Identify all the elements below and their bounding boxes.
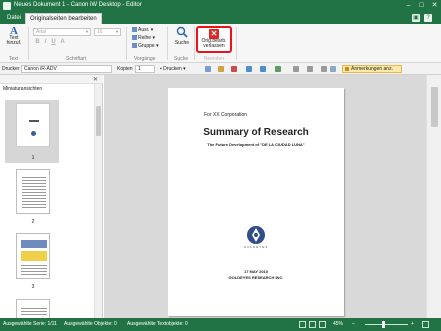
folder-icon[interactable] xyxy=(218,66,224,72)
help-icon[interactable]: ? xyxy=(424,14,432,22)
group-separator xyxy=(167,27,168,60)
export-icon[interactable]: ▣ xyxy=(412,14,420,22)
undo-icon[interactable] xyxy=(246,66,252,72)
document-view: For XX Corporation Summary of Research T… xyxy=(104,75,426,318)
fit-page-icon[interactable] xyxy=(319,321,326,328)
document-date: 17 MAY 2010 xyxy=(243,269,269,274)
thumbnail-pane: ✕ Miniaturansichten 1 2 3 xyxy=(0,75,103,319)
tab-file[interactable]: Datei xyxy=(3,13,25,24)
font-size-select[interactable]: 10 ▼ xyxy=(94,28,121,36)
zoom-slider-knob[interactable] xyxy=(382,321,385,328)
bold-button[interactable]: B xyxy=(34,39,41,45)
underline-button[interactable]: U xyxy=(50,39,57,45)
thumbnail-scrollbar[interactable] xyxy=(94,84,102,318)
search-button[interactable]: Suche xyxy=(171,26,193,46)
fit-width-icon[interactable] xyxy=(309,321,316,328)
fit-window-icon[interactable] xyxy=(422,321,429,328)
printer-label: Drucker xyxy=(2,66,20,72)
group-separator xyxy=(236,27,237,60)
thumbnail-number: 1 xyxy=(31,155,35,161)
chevron-down-icon: ▼ xyxy=(85,29,89,34)
cut-icon[interactable] xyxy=(293,66,299,72)
thumbnail-page-1[interactable] xyxy=(16,103,50,147)
rotate-icon[interactable] xyxy=(275,66,281,72)
thumbnail-page-3[interactable] xyxy=(16,233,50,279)
close-icon[interactable]: ✕ xyxy=(93,76,98,83)
document-scrollbar[interactable] xyxy=(426,75,441,318)
group-button[interactable]: Gruppe ▾ xyxy=(132,43,159,49)
status-bar: Ausgewählte Serie: 1/11 Ausgewählte Obje… xyxy=(0,318,441,331)
ribbon: A Text hinzuf. Text Arial ▼ 10 ▼ B I U A Sc… xyxy=(0,24,441,63)
tab-edit-original-pages[interactable]: Originalseiten bearbeiten xyxy=(25,13,102,24)
add-text-button[interactable]: A Text hinzuf. xyxy=(6,26,22,46)
order-button[interactable]: Reihe ▾ xyxy=(132,35,155,41)
group-separator xyxy=(194,27,195,60)
window-title: Neues Dokument 1 - Canon iW Desktop - Ed… xyxy=(14,2,142,8)
selected-series-status: Ausgewählte Serie: 1/11 xyxy=(3,321,57,327)
print-toolbar: Drucker Canon iR-ADV Kopien 1 ▪ Drucken … xyxy=(0,63,441,75)
search-label: Suche xyxy=(174,40,190,46)
app-icon xyxy=(3,2,11,10)
selected-objects-status: Ausgewählte Objekte: 0 xyxy=(64,321,117,327)
align-icon xyxy=(132,27,137,33)
font-color-button[interactable]: A xyxy=(59,39,66,45)
thumbnail-page-2[interactable] xyxy=(16,169,50,214)
show-annotations-button[interactable]: Anmerkungen anz. xyxy=(342,65,402,73)
minimize-button[interactable]: – xyxy=(402,0,415,12)
page-icon[interactable] xyxy=(205,66,211,72)
maximize-button[interactable]: □ xyxy=(415,0,428,12)
zoom-in-icon[interactable]: + xyxy=(411,321,414,327)
thumbnail-pane-header: ✕ xyxy=(0,75,103,84)
font-size-value: 10 xyxy=(97,29,103,35)
selected-textobjects-status: Ausgewählte Textobjekte: 0 xyxy=(127,321,188,327)
add-text-label: Text hinzuf. xyxy=(6,35,22,46)
title-bar: Neues Dokument 1 - Canon iW Desktop - Ed… xyxy=(0,0,441,12)
paste-icon[interactable] xyxy=(321,66,327,72)
thumbnail-page-4[interactable] xyxy=(16,299,50,319)
group-separator xyxy=(28,27,29,60)
settings-icon[interactable] xyxy=(330,66,336,72)
exit-label: Orig.bearb. verlassen xyxy=(201,38,227,49)
document-title: Summary of Research xyxy=(203,127,309,138)
group-icon xyxy=(132,43,137,49)
exit-group-label: Beenden xyxy=(204,56,225,62)
thumbnail-number: 2 xyxy=(31,219,35,225)
zoom-slider[interactable] xyxy=(365,321,408,328)
copy-icon[interactable] xyxy=(307,66,313,72)
font-value: Arial xyxy=(36,29,47,35)
document-page[interactable]: For XX Corporation Summary of Research T… xyxy=(168,88,344,316)
document-subtitle: The Future Development of "DE LA CIUDAD … xyxy=(207,142,305,147)
scrollbar-thumb[interactable] xyxy=(431,87,438,127)
copies-label: Kopien xyxy=(117,66,133,72)
delete-icon[interactable] xyxy=(231,66,237,72)
copies-stepper[interactable]: 1 xyxy=(135,65,155,73)
italic-button[interactable]: I xyxy=(42,39,49,45)
company-logo-icon xyxy=(247,226,265,244)
arrange-group-label: Vorgänge xyxy=(134,56,156,62)
logo-text: GOLDEYES xyxy=(243,245,269,249)
scrollbar-thumb[interactable] xyxy=(96,106,101,136)
zoom-level: 45% xyxy=(333,321,344,327)
font-select[interactable]: Arial ▼ xyxy=(33,28,91,36)
chevron-down-icon: ▼ xyxy=(115,29,119,34)
exit-edit-original-button[interactable]: ✕ Orig.bearb. verlassen xyxy=(196,26,232,53)
close-button[interactable]: ✕ xyxy=(428,0,441,12)
company-name: GOLDEYES RESEARCH INC. xyxy=(228,275,284,280)
zoom-out-icon[interactable]: – xyxy=(352,321,355,327)
thumbnail-number: 3 xyxy=(31,284,35,290)
print-button[interactable]: ▪ Drucken ▾ xyxy=(160,65,186,73)
printer-select[interactable]: Canon iR-ADV xyxy=(21,65,112,73)
text-group-label: Text xyxy=(9,56,19,62)
single-page-view-icon[interactable] xyxy=(299,321,306,328)
search-icon xyxy=(176,26,188,38)
font-group-label: Schriftart xyxy=(66,56,87,62)
thumbnail-pane-label: Miniaturansichten xyxy=(3,86,43,92)
order-icon xyxy=(132,35,137,41)
align-button[interactable]: Ausr. ▾ xyxy=(132,27,153,33)
ribbon-tabs: Datei Originalseiten bearbeiten ▣ ? xyxy=(0,12,441,24)
group-separator xyxy=(126,27,127,60)
search-group-label: Suche xyxy=(174,56,189,62)
redo-icon[interactable] xyxy=(260,66,266,72)
for-line: For XX Corporation xyxy=(204,112,248,118)
